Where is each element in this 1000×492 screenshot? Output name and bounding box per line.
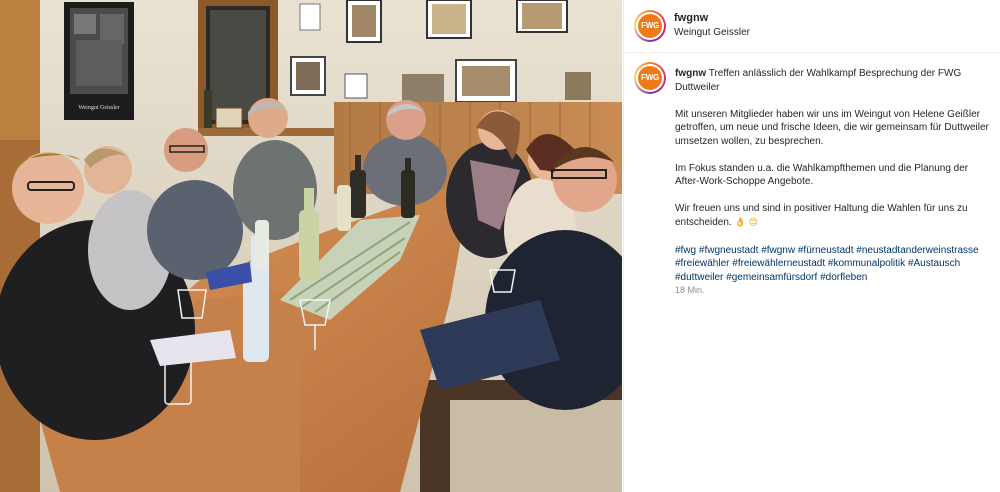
caption-username[interactable]: fwgnw — [675, 68, 706, 79]
post-location[interactable]: Weingut Geissler — [674, 27, 750, 38]
caption-avatar[interactable]: FWG — [634, 62, 666, 94]
hashtag-link[interactable]: #freiewähler — [675, 258, 729, 269]
post-timestamp: 18 Min. — [675, 285, 705, 295]
hashtag-link[interactable]: #fwgnw — [761, 245, 795, 256]
post-details-panel: FWG fwgnw Weingut Geissler FWG fwgnw Tre… — [623, 0, 1000, 492]
svg-text:Weingut Geissler: Weingut Geissler — [78, 105, 119, 111]
post-photo[interactable]: Weingut Geissler — [0, 0, 622, 492]
fwg-logo-icon: FWG — [638, 66, 662, 90]
hashtag-list: #fwg #fwgneustadt #fwgnw #fürneustadt #n… — [675, 244, 989, 298]
hashtag-link[interactable]: #dorfleben — [820, 272, 867, 283]
profile-avatar[interactable]: FWG — [634, 10, 666, 42]
hashtag-link[interactable]: #freiewählerneustadt — [732, 258, 825, 269]
photo-illustration: Weingut Geissler — [0, 0, 622, 492]
hashtag-link[interactable]: #Austausch — [908, 258, 960, 269]
caption-emojis: 👌 😊 — [734, 217, 758, 228]
hashtag-link[interactable]: #fürneustadt — [798, 245, 854, 256]
hashtag-link[interactable]: #kommunalpolitik — [828, 258, 905, 269]
hashtag-link[interactable]: #gemeinsamfürsdorf — [726, 272, 817, 283]
caption-title: Treffen anlässlich der Wahlkampf Besprec… — [675, 68, 962, 93]
hashtag-link[interactable]: #neustadtanderweinstrasse — [856, 245, 978, 256]
hashtag-link[interactable]: #duttweiler — [675, 272, 723, 283]
caption-paragraph-3: Wir freuen uns und sind in positiver Hal… — [675, 203, 968, 228]
caption-paragraph-2: Im Fokus standen u.a. die Wahlkampftheme… — [675, 162, 969, 188]
hashtag-link[interactable]: #fwg — [675, 245, 696, 256]
hashtag-link[interactable]: #fwgneustadt — [699, 245, 759, 256]
caption-paragraph-1: Mit unseren Mitglieder haben wir uns im … — [675, 108, 989, 147]
fwg-logo-icon: FWG — [638, 14, 662, 38]
post-header: FWG fwgnw Weingut Geissler — [624, 0, 1000, 53]
post-username[interactable]: fwgnw — [674, 12, 708, 24]
wall-poster: Weingut Geissler — [64, 2, 134, 120]
